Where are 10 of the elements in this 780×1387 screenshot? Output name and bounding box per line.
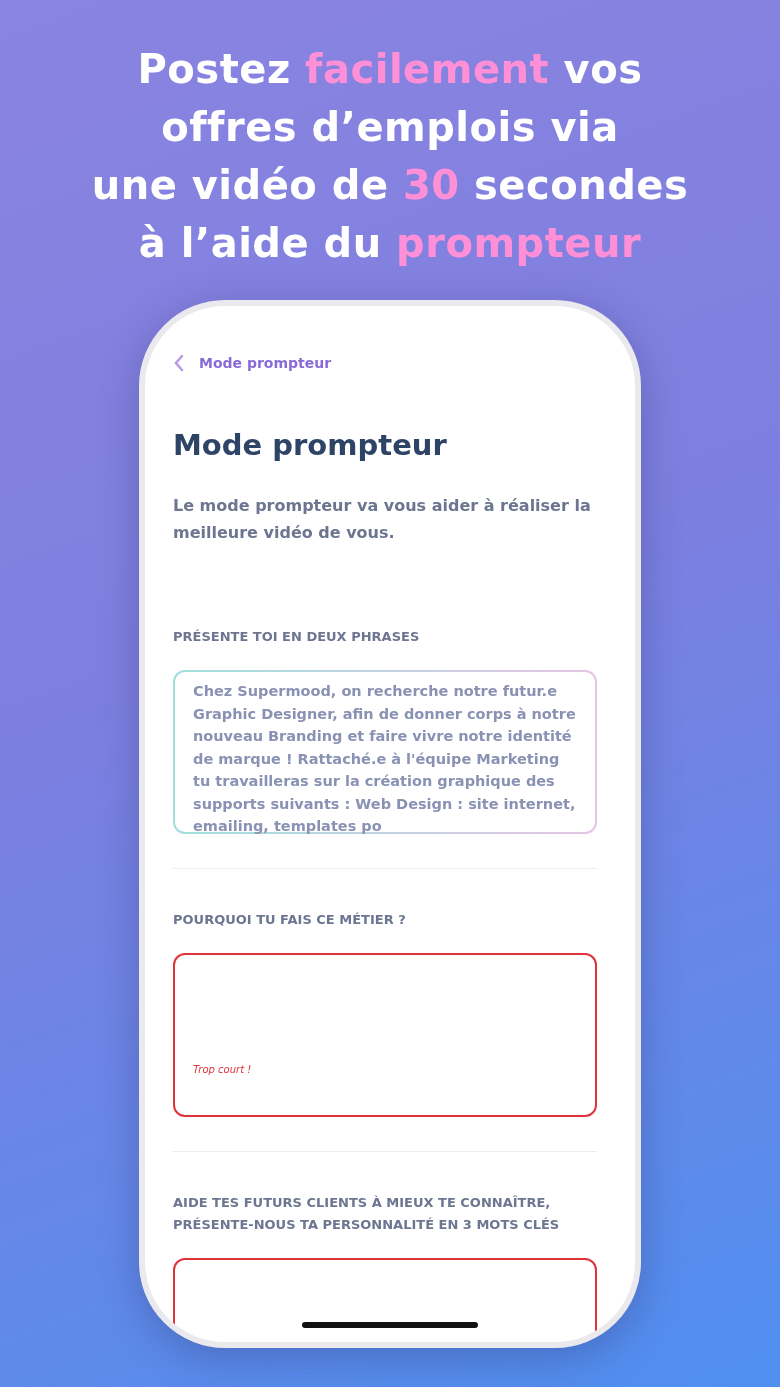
field-label: PRÉSENTE TOI EN DEUX PHRASES — [173, 628, 421, 646]
text-area[interactable]: Trop court ! — [173, 953, 597, 1117]
text-area[interactable]: Chez Supermood, on recherche notre futur.e Graphic Designer, afin de donner corps à notre nouveau Branding et faire vivre notre identité de marque ! Rattaché.e à l'équipe Marketing tu travailleras sur la création graphique des supports suivants : Web Design : site internet, emailing, templates po — [173, 670, 597, 834]
headline: Postez facilement vos offres d’emplois via une vidéo de 30 secondes à l’aide du prompteur — [91, 45, 689, 268]
page-title: Mode prompteur — [173, 428, 448, 462]
field-label: POURQUOI TU FAIS CE MÉTIER ? — [173, 911, 407, 929]
description: Le mode prompteur va vous aider à réaliser la meilleure vidéo de vous. — [173, 495, 592, 544]
error-message: Trop court ! — [193, 1064, 253, 1075]
back-link[interactable]: Mode prompteur — [199, 355, 332, 371]
field-label: AIDE TES FUTURS CLIENTS À MIEUX TE CONNAÎTRE, PRÉSENTE-NOUS TA PERSONNALITÉ EN 3 MOTS CLÉS — [173, 1194, 561, 1234]
